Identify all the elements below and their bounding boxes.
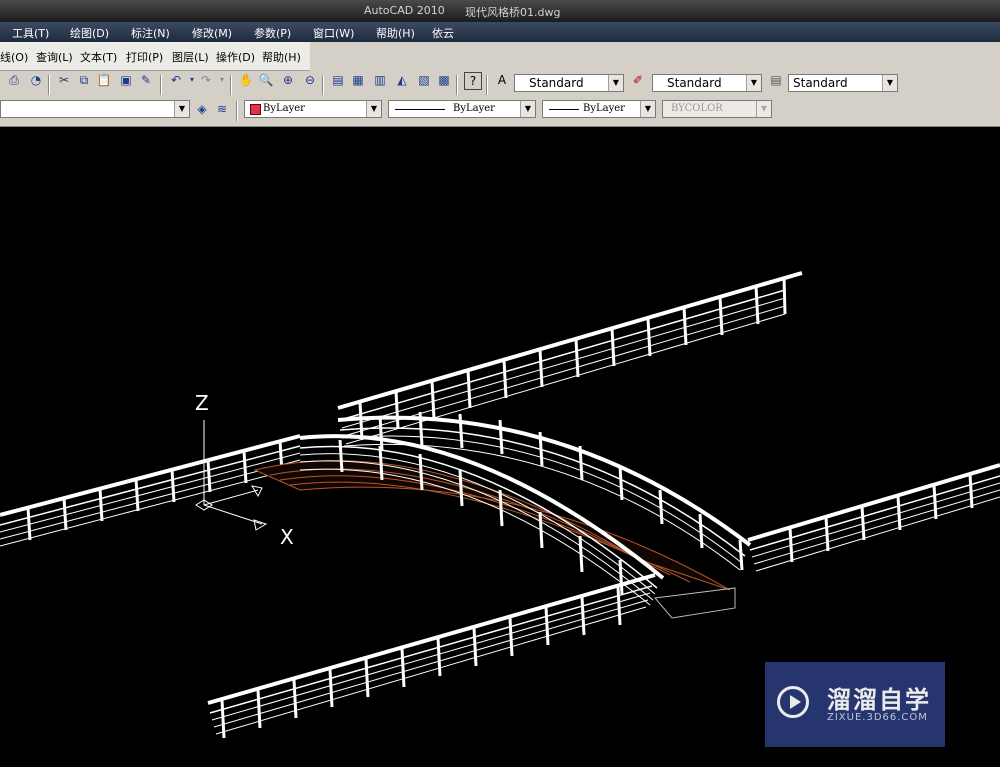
toolbar-separator [230,75,232,95]
ucs-icon [195,420,268,531]
linetype-preview [395,109,445,110]
ucs-z-label: Z [195,391,209,415]
chevron-down-icon: ▼ [520,101,535,117]
menu-dimension[interactable]: 标注(N) [131,25,170,41]
layer-previous-icon[interactable]: ≋ [214,101,230,117]
pan-icon[interactable]: ✋ [238,72,254,88]
dimension-style-dropdown[interactable]: Standard ▼ [652,74,762,92]
menu-bar: 工具(T) 绘图(D) 标注(N) 修改(M) 参数(P) 窗口(W) 帮助(H… [0,22,1000,42]
file-title: 现代风格桥01.dwg [465,6,561,19]
linetype-value: ByLayer [453,103,495,114]
menu-draw[interactable]: 绘图(D) [70,25,109,41]
standard-toolbar: ⎙ ◔ ✂ ⧉ 📋 ▣ ✎ ↶ ▾ ↷ ▾ ✋ 🔍 ⊕ ⊖ ▤ ▦ ▥ ◭ ▧ … [0,72,1000,98]
submenu-help[interactable]: 帮助(H) [262,49,301,65]
right-railing [747,463,1000,572]
linetype-dropdown[interactable]: ByLayer ▼ [388,100,536,118]
app-title: AutoCAD 2010 [364,4,445,17]
lineweight-preview [549,109,579,110]
zoom-window-icon[interactable]: ⊕ [280,72,296,88]
properties-toolbar: ▼ ◈ ≋ ByLayer ▼ ByLayer ▼ ByLayer ▼ BYCO… [0,98,1000,124]
plot-icon[interactable]: ⎙ [6,72,22,88]
watermark-url: ZIXUE.3D66.COM [827,712,928,723]
dimension-style-icon[interactable]: ✐ [630,72,646,88]
watermark-logo: 溜溜自学 ZIXUE.3D66.COM [765,662,945,747]
zoom-previous-icon[interactable]: ⊖ [302,72,318,88]
text-style-dropdown[interactable]: Standard ▼ [514,74,624,92]
copy-icon[interactable]: ⧉ [76,72,92,88]
redo-icon[interactable]: ↷ [198,72,214,88]
submenu-text[interactable]: 文本(T) [80,49,117,65]
make-object-layer-current-icon[interactable]: ◈ [194,101,210,117]
match-properties-icon[interactable]: ✎ [138,72,154,88]
markup-icon[interactable]: ▧ [416,72,432,88]
tool-palettes-icon[interactable]: ▥ [372,72,388,88]
chevron-down-icon: ▼ [640,101,655,117]
toolbar-separator [322,75,324,95]
text-style-icon[interactable]: A [494,72,510,88]
layer-dropdown[interactable]: ▼ [0,100,190,118]
plotstyle-value: BYCOLOR [671,103,723,114]
submenu-line[interactable]: 线(O) [0,49,28,65]
play-icon [777,686,809,718]
plotstyle-dropdown: BYCOLOR ▼ [662,100,772,118]
table-style-value: Standard [793,76,848,90]
toolbar-separator [236,101,238,121]
bridge-arch [253,411,752,619]
undo-icon[interactable]: ↶ [168,72,184,88]
chevron-down-icon: ▼ [174,101,189,117]
menu-window[interactable]: 窗口(W) [313,25,354,41]
table-style-icon[interactable]: ▤ [768,72,784,88]
paste-block-icon[interactable]: ▣ [118,72,134,88]
chevron-down-icon: ▼ [366,101,381,117]
color-swatch [250,104,261,115]
design-center-icon[interactable]: ▦ [350,72,366,88]
toolbar-separator [456,75,458,95]
publish-icon[interactable]: ◔ [28,72,44,88]
chevron-down-icon: ▼ [882,75,897,91]
title-bar: AutoCAD 2010 现代风格桥01.dwg [0,0,1000,22]
paste-icon[interactable]: 📋 [96,72,112,88]
color-dropdown[interactable]: ByLayer ▼ [244,100,382,118]
submenu-operation[interactable]: 操作(D) [216,49,255,65]
sheet-set-icon[interactable]: ◭ [394,72,410,88]
chevron-down-icon: ▼ [756,101,771,117]
cut-icon[interactable]: ✂ [56,72,72,88]
redo-dropdown-icon[interactable]: ▾ [214,72,230,88]
table-style-dropdown[interactable]: Standard ▼ [788,74,898,92]
menu-parametric[interactable]: 参数(P) [254,25,291,41]
menu-modify[interactable]: 修改(M) [192,25,232,41]
menu-help[interactable]: 帮助(H) [376,25,415,41]
help-icon[interactable]: ? [464,72,482,90]
toolbar-separator [48,75,50,95]
ucs-x-label: X [280,525,294,549]
calculator-icon[interactable]: ▩ [436,72,452,88]
lower-left-railing [207,573,656,739]
lineweight-value: ByLayer [583,103,625,114]
chevron-down-icon: ▼ [608,75,623,91]
secondary-menu: 线(O) 查询(L) 文本(T) 打印(P) 图层(L) 操作(D) 帮助(H) [0,42,310,71]
submenu-layer[interactable]: 图层(L) [172,49,209,65]
dimension-style-value: Standard [667,76,722,90]
toolbar-separator [160,75,162,95]
submenu-query[interactable]: 查询(L) [36,49,73,65]
text-style-value: Standard [529,76,584,90]
menu-yiyun[interactable]: 依云 [432,25,454,41]
color-value: ByLayer [263,103,305,114]
toolbar-separator [486,75,488,95]
watermark-title: 溜溜自学 [827,686,931,714]
menu-tools[interactable]: 工具(T) [12,25,49,41]
toolbar-background [310,42,1000,70]
chevron-down-icon: ▼ [746,75,761,91]
properties-icon[interactable]: ▤ [330,72,346,88]
toolbar-area: 线(O) 查询(L) 文本(T) 打印(P) 图层(L) 操作(D) 帮助(H)… [0,42,1000,127]
submenu-print[interactable]: 打印(P) [126,49,163,65]
zoom-realtime-icon[interactable]: 🔍 [258,72,274,88]
lineweight-dropdown[interactable]: ByLayer ▼ [542,100,656,118]
